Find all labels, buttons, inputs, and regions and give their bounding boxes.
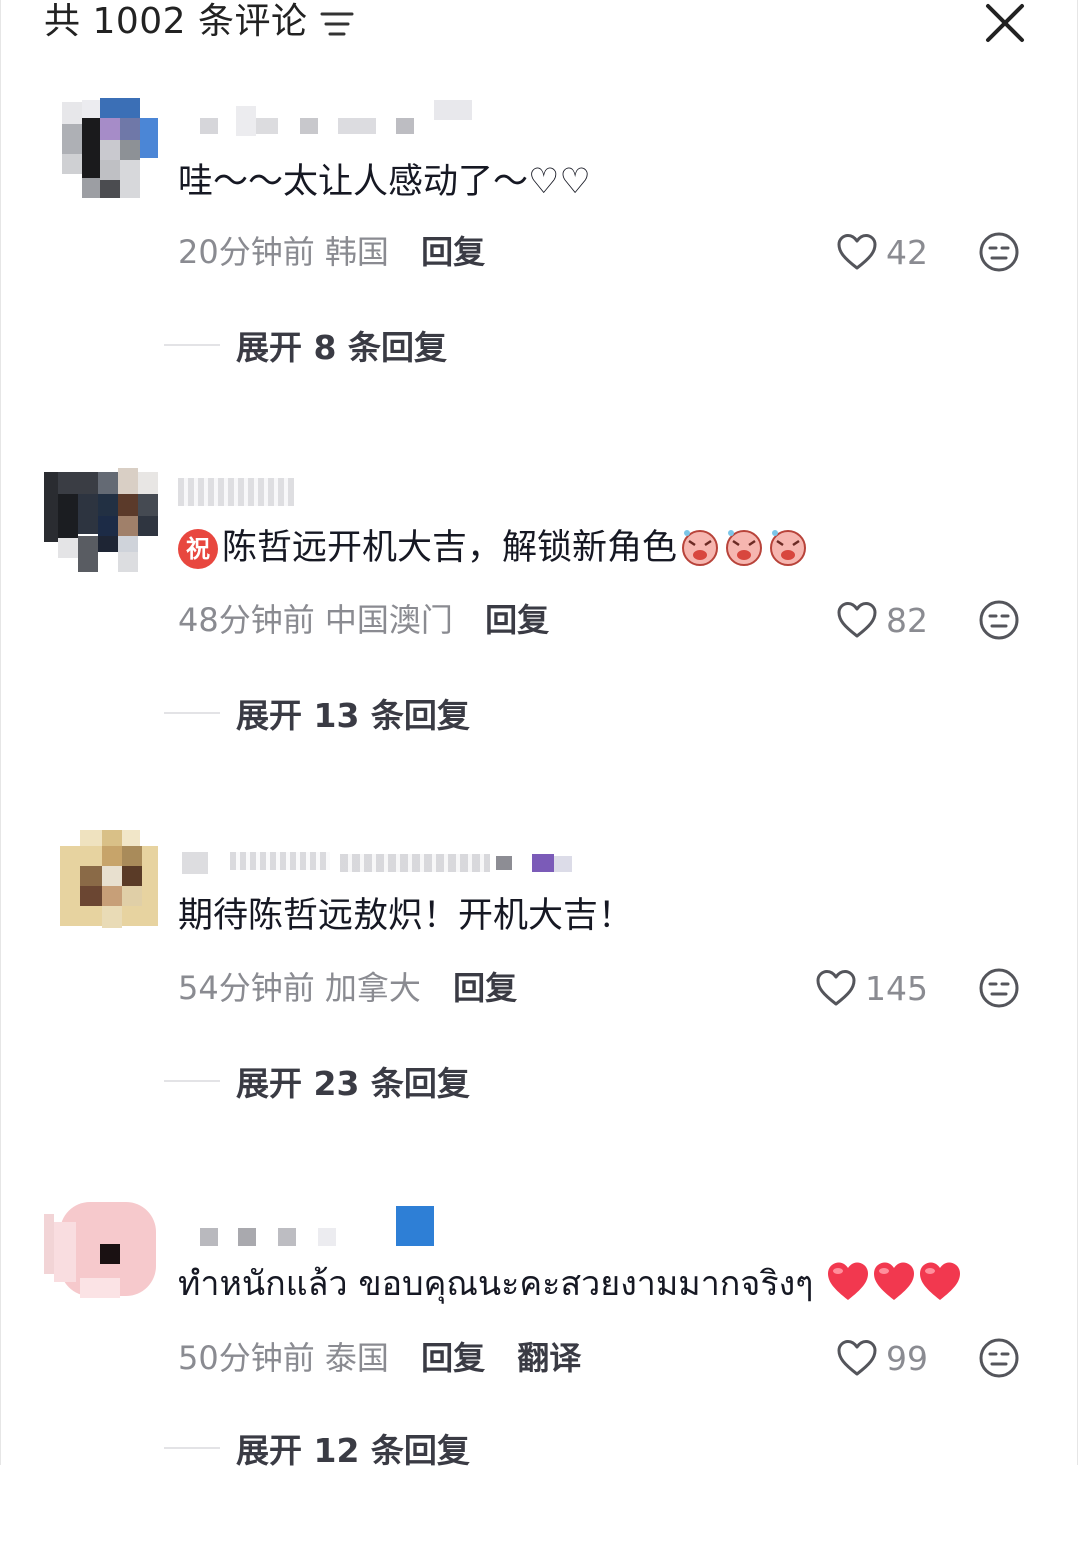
red-heart-emoji-icon bbox=[920, 1262, 961, 1300]
comment-time: 50分钟前 bbox=[178, 1339, 315, 1377]
comment-time: 20分钟前 bbox=[178, 233, 315, 271]
expand-replies-button[interactable]: 展开 13 条回复 bbox=[164, 691, 470, 735]
heart-outline-icon bbox=[837, 234, 877, 270]
comment-count-title: 共 1002 条评论 bbox=[44, 1, 308, 42]
divider-line bbox=[164, 1080, 220, 1082]
comment-meta: 50分钟前 泰国 回复 翻译 bbox=[178, 1336, 581, 1380]
dislike-face-icon[interactable] bbox=[978, 231, 1020, 273]
comments-header: 共 1002 条评论 bbox=[0, 0, 1080, 50]
comment-meta: 48分钟前 中国澳门 回复 bbox=[178, 598, 549, 642]
like-button[interactable]: 145 bbox=[815, 966, 928, 1010]
avatar[interactable] bbox=[44, 1198, 160, 1314]
red-heart-emoji-icon bbox=[828, 1262, 869, 1300]
comment-text: 期待陈哲远敖炽！开机大吉！ bbox=[178, 896, 634, 936]
reply-button[interactable]: 回复 bbox=[421, 1339, 485, 1377]
like-button[interactable]: 42 bbox=[836, 230, 928, 274]
comment-text-body: ทำหนักแล้ว ขอบคุณนะคะสวยงามมากจริงๆ bbox=[178, 1264, 814, 1304]
dislike-face-icon[interactable] bbox=[978, 967, 1020, 1009]
expand-replies-label: 展开 13 条回复 bbox=[236, 696, 470, 735]
filter-sort-icon[interactable] bbox=[320, 9, 354, 39]
heart-outline-icon bbox=[816, 970, 856, 1006]
reply-button[interactable]: 回复 bbox=[485, 601, 549, 639]
heart-outline-icon bbox=[837, 602, 877, 638]
comment-meta: 20分钟前 韩国 回复 bbox=[178, 230, 485, 274]
crying-pig-emoji-icon bbox=[726, 530, 763, 566]
comment-location: 中国澳门 bbox=[324, 601, 453, 639]
like-count: 99 bbox=[886, 1338, 928, 1378]
comment-text: 哇～～太让人感动了～♡♡ bbox=[178, 162, 591, 202]
comment-item: 哇～～太让人感动了～♡♡ 20分钟前 韩国 回复 42 展开 8 条回复 bbox=[0, 96, 1080, 456]
username-redacted[interactable] bbox=[178, 838, 598, 878]
reply-button[interactable]: 回复 bbox=[453, 969, 517, 1007]
comment-item: 期待陈哲远敖炽！开机大吉！ 54分钟前 加拿大 回复 145 展开 23 条回复 bbox=[0, 830, 1080, 1190]
comment-location: 韩国 bbox=[324, 233, 389, 271]
crying-pig-emoji-icon bbox=[682, 530, 719, 566]
comment-location: 加拿大 bbox=[324, 969, 421, 1007]
like-count: 82 bbox=[886, 600, 928, 640]
username-redacted[interactable] bbox=[178, 100, 598, 140]
expand-replies-label: 展开 23 条回复 bbox=[236, 1064, 470, 1103]
comment-text: ทำหนักแล้ว ขอบคุณนะคะสวยงามมากจริงๆ bbox=[178, 1260, 962, 1308]
username-redacted[interactable] bbox=[178, 1202, 598, 1246]
dislike-face-icon[interactable] bbox=[978, 1337, 1020, 1379]
expand-replies-label: 展开 8 条回复 bbox=[236, 328, 447, 367]
comment-text: 祝陈哲远开机大吉，解锁新角色 bbox=[178, 524, 809, 572]
expand-replies-button[interactable]: 展开 12 条回复 bbox=[164, 1426, 470, 1470]
close-icon[interactable] bbox=[984, 2, 1026, 44]
celebrate-badge-icon: 祝 bbox=[178, 529, 218, 569]
comment-item: ทำหนักแล้ว ขอบคุณนะคะสวยงามมากจริงๆ 50分钟… bbox=[0, 1198, 1080, 1558]
heart-outline-icon bbox=[837, 1340, 877, 1376]
avatar[interactable] bbox=[44, 830, 160, 946]
comment-item: 祝陈哲远开机大吉，解锁新角色 48分钟前 中国澳门 回复 82 展开 13 条回… bbox=[0, 464, 1080, 824]
expand-replies-button[interactable]: 展开 23 条回复 bbox=[164, 1059, 470, 1103]
comment-time: 54分钟前 bbox=[178, 969, 315, 1007]
divider-line bbox=[164, 344, 220, 346]
dislike-face-icon[interactable] bbox=[978, 599, 1020, 641]
comment-time: 48分钟前 bbox=[178, 601, 315, 639]
comment-text-body: 陈哲远开机大吉，解锁新角色 bbox=[222, 528, 678, 568]
like-button[interactable]: 99 bbox=[836, 1336, 928, 1380]
reply-button[interactable]: 回复 bbox=[421, 233, 485, 271]
avatar[interactable] bbox=[44, 96, 160, 212]
comment-meta: 54分钟前 加拿大 回复 bbox=[178, 966, 517, 1010]
like-count: 145 bbox=[865, 968, 928, 1008]
red-heart-emoji-icon bbox=[874, 1262, 915, 1300]
username-redacted[interactable] bbox=[178, 472, 598, 512]
like-count: 42 bbox=[886, 232, 928, 272]
like-button[interactable]: 82 bbox=[836, 598, 928, 642]
avatar[interactable] bbox=[44, 464, 160, 580]
expand-replies-button[interactable]: 展开 8 条回复 bbox=[164, 323, 447, 367]
divider-line bbox=[164, 712, 220, 714]
crying-pig-emoji-icon bbox=[770, 530, 807, 566]
divider-line bbox=[164, 1447, 220, 1449]
comment-location: 泰国 bbox=[324, 1339, 389, 1377]
translate-button[interactable]: 翻译 bbox=[517, 1339, 581, 1377]
